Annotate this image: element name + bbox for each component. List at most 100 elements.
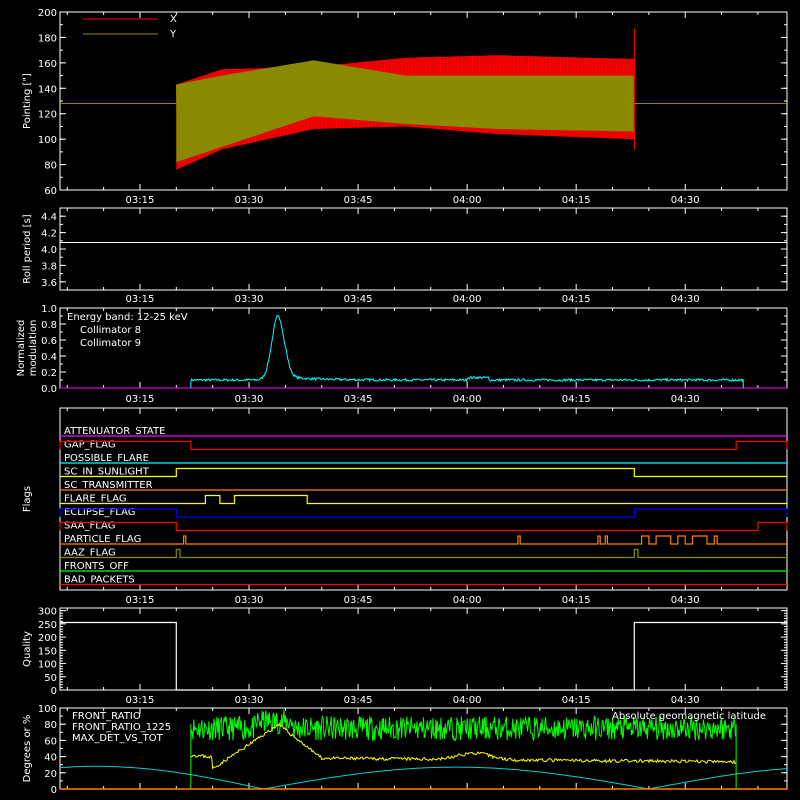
legend-label-front-ratio: FRONT_RATIO [72, 711, 141, 722]
x-tick-label: 04:30 [671, 294, 700, 305]
flag-label-sc-transmitter: SC_TRANSMITTER [64, 480, 153, 491]
y-tick-label: 4.2 [41, 229, 57, 240]
y-tick-label: 3.6 [41, 278, 57, 289]
y-tick-label: 200 [38, 8, 57, 19]
x-tick-label: 03:45 [344, 294, 373, 305]
x-tick-label: 04:30 [671, 595, 700, 606]
y-tick-label: 150 [38, 646, 57, 657]
flag-label-sc-in-sunlight: SC_IN_SUNLIGHT [64, 467, 150, 478]
y-tick-label: 100 [38, 660, 57, 671]
flag-line-sc-in-sunlight [60, 467, 787, 478]
x-tick-label: 03:45 [344, 394, 373, 405]
flag-label-bad-packets: BAD_PACKETS [64, 575, 135, 586]
x-tick-label: 04:30 [671, 195, 700, 206]
x-tick-label: 03:15 [126, 595, 155, 606]
energy-band-annotation: Energy band: 12-25 keV [67, 312, 188, 323]
y-tick-label: 60 [44, 736, 57, 747]
x-tick-label: 03:45 [344, 195, 373, 206]
flag-line-flare-flag [60, 494, 787, 505]
x-tick-label: 04:15 [562, 595, 591, 606]
x-tick-label: 04:30 [671, 695, 700, 706]
y-tick-label: 0.0 [41, 384, 57, 395]
flag-label-possible-flare: POSSIBLE_FLARE [64, 453, 149, 464]
flag-line-aaz-flag [60, 548, 787, 559]
x-tick-label: 03:30 [235, 595, 264, 606]
y-tick-label: 0.2 [41, 368, 57, 379]
legend-label-max-det-vs-tot: MAX_DET_VS_TOT [72, 733, 164, 744]
y-axis-label: Flags [22, 486, 33, 512]
legend-label-y: Y [169, 29, 177, 40]
panel-frame [59, 207, 788, 291]
y-axis-label: Pointing ["] [22, 73, 33, 129]
flag-label-attenuator-state: ATTENUATOR_STATE [64, 426, 165, 437]
panel-4 [59, 407, 788, 591]
x-tick-label: 03:30 [235, 695, 264, 706]
y-tick-label: 4.0 [41, 245, 57, 256]
x-tick-label: 03:30 [235, 294, 264, 305]
x-tick-label: 04:00 [453, 595, 482, 606]
y-tick-label: 3.8 [41, 261, 57, 272]
x-tick-label: 04:15 [562, 294, 591, 305]
y-tick-label: 0 [51, 686, 57, 697]
panel-5 [59, 607, 788, 691]
x-tick-label: 03:30 [235, 394, 264, 405]
flag-line-eclipse-flag [59, 508, 788, 518]
legend-label-x: X [170, 14, 177, 25]
y-tick-label: 40 [44, 753, 57, 764]
y-tick-label: 200 [38, 633, 57, 644]
x-tick-label: 04:15 [562, 195, 591, 206]
x-tick-label: 03:15 [126, 294, 155, 305]
legend-label-front-ratio-1225: FRONT_RATIO_1225 [72, 722, 171, 733]
panel-frame [59, 607, 788, 691]
y-axis-label: Quality [22, 631, 33, 667]
legend-label-collimator-8: Collimator 8 [80, 325, 141, 336]
y-tick-label: 100 [38, 704, 57, 715]
panel-2 [59, 207, 788, 291]
x-tick-label: 03:45 [344, 695, 373, 706]
x-tick-label: 04:00 [453, 394, 482, 405]
x-tick-label: 03:15 [126, 394, 155, 405]
y-axis-label: Degrees or % [22, 715, 33, 783]
y-tick-label: 160 [38, 59, 57, 70]
hessi-quicklook-figure: 03:15 03:30 03:45 04:00 04:15 04:30 Pointing [… [0, 0, 800, 800]
flag-label-particle-flag: PARTICLE_FLAG [64, 534, 141, 545]
y-tick-label: 4.4 [41, 212, 57, 223]
y-tick-label: 80 [44, 161, 57, 172]
y-tick-label: 0 [51, 785, 57, 796]
flag-line-particle-flag [60, 535, 787, 545]
y-tick-label: 180 [38, 33, 57, 44]
collimator-8-series [190, 314, 744, 389]
x-tick-label: 03:30 [235, 195, 264, 206]
y-tick-label: 1.0 [41, 304, 57, 315]
y-tick-label: 80 [44, 720, 57, 731]
x-tick-label: 04:00 [453, 294, 482, 305]
y-tick-label: 0.4 [41, 352, 57, 363]
x-tick-label: 04:00 [453, 695, 482, 706]
y-axis-label: modulation [28, 320, 39, 377]
x-tick-label: 04:30 [671, 394, 700, 405]
y-tick-label: 100 [38, 135, 57, 146]
figure-canvas: 03:15 03:30 03:45 04:00 04:15 04:30 Pointing [… [16, 8, 788, 796]
flag-line-gap-flag [59, 440, 788, 451]
y-axis-label: Roll period [s] [22, 214, 33, 283]
x-tick-label: 03:15 [126, 195, 155, 206]
flag-label-fronts-off: FRONTS_OFF [64, 561, 129, 572]
x-tick-label: 04:15 [562, 695, 591, 706]
panel-frame [59, 407, 788, 591]
x-tick-label: 03:45 [344, 595, 373, 606]
quality-series [60, 621, 787, 691]
flag-line-saa-flag [59, 521, 788, 532]
legend-label-geomagnetic-latitude: Absolute geomagnetic latitude [612, 711, 766, 722]
legend-label-collimator-9: Collimator 9 [80, 338, 141, 349]
x-tick-label: 04:00 [453, 195, 482, 206]
x-tick-label: 03:15 [126, 695, 155, 706]
y-tick-label: 0.6 [41, 336, 57, 347]
y-axis-label: Normalized [16, 320, 27, 377]
flag-label-flare-flag: FLARE_FLAG [64, 494, 127, 505]
geomagnetic-latitude-series [59, 765, 788, 790]
y-tick-label: 300 [38, 607, 57, 618]
y-tick-label: 0.8 [41, 320, 57, 331]
y-tick-label: 60 [44, 186, 57, 197]
y-tick-label: 20 [44, 769, 57, 780]
y-tick-label: 50 [44, 673, 57, 684]
